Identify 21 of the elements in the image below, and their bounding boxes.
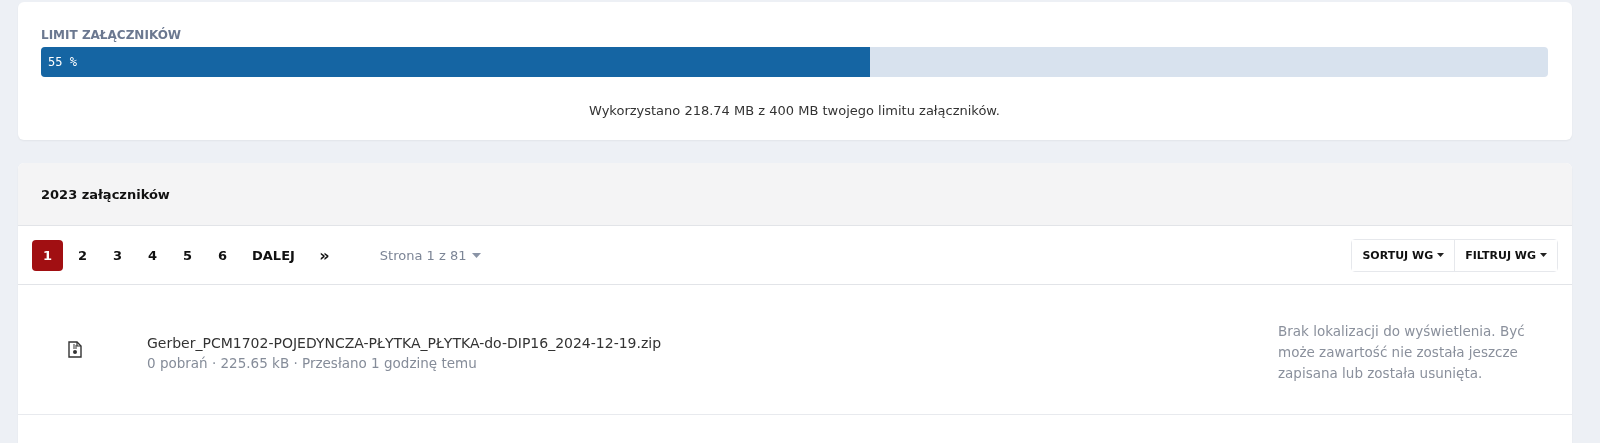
page-button[interactable]: 5 xyxy=(172,239,203,271)
last-page-button[interactable]: » xyxy=(308,239,340,271)
page-button[interactable]: 1 xyxy=(32,239,63,271)
caret-icon xyxy=(472,252,482,258)
next-page-button[interactable]: DALEJ xyxy=(246,239,301,271)
limit-title: LIMIT ZAŁĄCZNIKÓW xyxy=(41,28,183,42)
page-button[interactable]: 3 xyxy=(102,239,133,271)
filter-button[interactable]: FILTRUJ WG xyxy=(1454,239,1557,271)
attachments-count: 2023 załączników xyxy=(41,186,170,202)
caret-icon xyxy=(1437,253,1445,257)
location-note: Brak lokalizacji do wyświetlenia. Być może zawartość nie została jeszcze zapisana lub została usunięta. xyxy=(1278,322,1526,383)
page-button[interactable]: 6 xyxy=(207,239,238,271)
file-meta: 0 pobrań · 225.65 kB · Przesłano 1 godzinę temu xyxy=(147,354,478,371)
progress-reading: 55 % xyxy=(47,55,77,69)
page-select[interactable]: Strona 1 z 81 xyxy=(373,246,488,264)
page-button[interactable]: 2 xyxy=(67,239,98,271)
zip-file-icon xyxy=(68,341,82,358)
file-name[interactable]: Gerber_PCM1702-POJEDYNCZA-PŁYTKA_PŁYTKA-do-DIP16_2024-12-19.zip xyxy=(147,334,1278,351)
limit-summary: Wykorzystano 218.74 MB z 400 MB twojego limitu załączników. xyxy=(588,103,1001,118)
caret-icon xyxy=(1540,253,1547,257)
page-button[interactable]: 4 xyxy=(137,239,168,271)
